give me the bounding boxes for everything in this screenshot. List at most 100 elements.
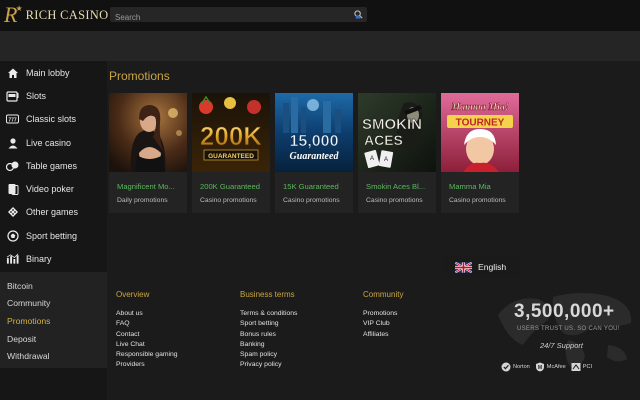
promo-card-title[interactable]: Mamma Mia: [441, 172, 519, 191]
norton-badge[interactable]: Norton: [501, 362, 530, 372]
footer-link[interactable]: Contact: [116, 330, 178, 340]
sidebar-item-other-games[interactable]: Other games: [0, 201, 107, 224]
sidebar-item-video-poker[interactable]: Video poker: [0, 177, 107, 200]
promo-card[interactable]: SMOKIN ACES A A Smokin Aces Bl... Casino…: [358, 93, 436, 213]
sidebar-item-label: Main lobby: [26, 67, 70, 78]
footer-link[interactable]: FAQ: [116, 319, 178, 329]
brand-logo[interactable]: R ★ RICH CASINO: [4, 4, 108, 26]
promo-thumb-text: 15,000: [290, 133, 339, 150]
promo-card-title[interactable]: Magnificent Mo...: [109, 172, 187, 191]
footer-link[interactable]: Affiliates: [363, 330, 403, 340]
ball-icon: [6, 229, 19, 242]
footer-link[interactable]: Promotions: [363, 309, 403, 319]
badge-label: PCI: [582, 364, 593, 370]
svg-text:777: 777: [8, 118, 17, 124]
sidebar-item-sport-betting[interactable]: Sport betting: [0, 224, 107, 247]
footer-column-overview: Overview About us FAQ Contact Live Chat …: [116, 290, 178, 371]
sub-nav-community[interactable]: Community: [0, 295, 107, 313]
security-badges: Norton M McAfee PCI: [501, 362, 592, 372]
language-selector[interactable]: English: [442, 256, 520, 278]
sidebar-item-label: Slots: [26, 90, 47, 101]
cards-icon: [6, 183, 19, 196]
promo-card[interactable]: 200K GUARANTEED 200K Guaranteed Casino p…: [192, 93, 270, 213]
sub-nav-withdrawal[interactable]: Withdrawal: [0, 347, 107, 365]
page-title: Promotions: [109, 69, 170, 83]
secondary-nav: Bitcoin Community Promotions Deposit Wit…: [0, 272, 107, 368]
sidebar-item-label: Table games: [26, 160, 78, 171]
badge-label: McAfee: [546, 364, 566, 370]
search-bar: [110, 7, 367, 25]
promo-card-title[interactable]: Smokin Aces Bl...: [358, 172, 436, 191]
svg-text:A: A: [384, 157, 388, 163]
sidebar-item-label: Sport betting: [26, 230, 78, 241]
promo-thumb-subtext: GUARANTEED: [208, 153, 254, 160]
live-dealer-icon: [6, 136, 19, 149]
language-label: English: [478, 262, 507, 272]
footer-column-business-terms: Business terms Terms & conditions Sport …: [240, 290, 297, 371]
promo-thumb-text: 200K: [200, 121, 262, 151]
sub-nav-bitcoin[interactable]: Bitcoin: [0, 277, 107, 295]
sidebar-item-label: Video poker: [26, 184, 74, 195]
promo-thumb-text: Mamma Mia!: [450, 102, 509, 113]
sidebar-item-binary[interactable]: Binary: [0, 247, 107, 270]
promo-thumb-text: SMOKIN: [362, 116, 422, 133]
promo-thumb-subtext: TOURNEY: [456, 118, 505, 129]
sidebar-item-label: Other games: [26, 207, 79, 218]
sidebar-item-table-games[interactable]: Table games: [0, 154, 107, 177]
promo-thumb-subtext: Guaranteed: [290, 151, 340, 162]
slot-machine-icon: [6, 89, 19, 102]
search-input[interactable]: [110, 10, 340, 25]
sidebar-item-label: Binary: [26, 254, 52, 265]
search-icon[interactable]: [354, 10, 363, 19]
777-icon: 777: [6, 113, 19, 126]
mcafee-badge[interactable]: M McAfee: [535, 362, 566, 372]
secondary-bar: [0, 31, 640, 61]
footer-link[interactable]: Live Chat: [116, 340, 178, 350]
sidebar-item-main-lobby[interactable]: Main lobby: [0, 61, 107, 84]
table-icon: [6, 159, 19, 172]
home-icon: [6, 66, 19, 79]
trust-panel: 3,500,000+ USERS TRUST US. SO CAN YOU! 2…: [493, 285, 640, 385]
promo-card-category: Casino promotions: [449, 197, 506, 204]
sidebar-item-live-casino[interactable]: Live casino: [0, 131, 107, 154]
badge-label: Norton: [513, 364, 530, 370]
footer-link[interactable]: Privacy policy: [240, 360, 297, 370]
promo-card-title[interactable]: 200K Guaranteed: [192, 172, 270, 191]
sub-nav-promotions[interactable]: Promotions: [0, 312, 107, 330]
support-label: 24/7 Support: [540, 341, 583, 350]
mcafee-icon: M: [535, 362, 544, 372]
user-count: 3,500,000+: [514, 301, 615, 322]
promo-thumbnail[interactable]: Mamma Mia! TOURNEY: [441, 93, 519, 172]
footer-column-community: Community Promotions VIP Club Affiliates: [363, 290, 403, 340]
footer-link[interactable]: Providers: [116, 360, 178, 370]
uk-flag-icon: [455, 261, 472, 273]
footer-link[interactable]: Responsible gaming: [116, 350, 178, 360]
sidebar-item-classic-slots[interactable]: 777 Classic slots: [0, 108, 107, 131]
footer-link[interactable]: Banking: [240, 340, 297, 350]
svg-text:A: A: [370, 156, 374, 162]
sidebar-item-label: Classic slots: [26, 114, 77, 125]
footer-link[interactable]: Terms & conditions: [240, 309, 297, 319]
footer-link[interactable]: About us: [116, 309, 178, 319]
promo-thumbnail[interactable]: 15,000 Guaranteed: [275, 93, 353, 172]
footer-link[interactable]: VIP Club: [363, 319, 403, 329]
footer-link[interactable]: Sport betting: [240, 319, 297, 329]
promo-card[interactable]: Mamma Mia! TOURNEY Mamma Mia Casino prom…: [441, 93, 519, 213]
pci-badge[interactable]: PCI: [571, 362, 592, 372]
promo-thumbnail[interactable]: SMOKIN ACES A A: [358, 93, 436, 172]
chart-icon: [6, 253, 19, 266]
promo-card[interactable]: Magnificent Mo... Daily promotions: [109, 93, 187, 213]
promo-card[interactable]: 15,000 Guaranteed 15K Guaranteed Casino …: [275, 93, 353, 213]
promo-thumbnail[interactable]: [109, 93, 187, 172]
footer-link[interactable]: Bonus rules: [240, 330, 297, 340]
footer-link[interactable]: Spam policy: [240, 350, 297, 360]
star-icon: ★: [15, 3, 23, 13]
promo-thumbnail[interactable]: 200K GUARANTEED: [192, 93, 270, 172]
sidebar-item-label: Live casino: [26, 137, 72, 148]
promo-card-category: Casino promotions: [366, 197, 423, 204]
top-bar: R ★ RICH CASINO: [0, 0, 640, 31]
sidebar-item-slots[interactable]: Slots: [0, 84, 107, 107]
norton-icon: [501, 362, 511, 372]
promo-card-title[interactable]: 15K Guaranteed: [275, 172, 353, 191]
sub-nav-deposit[interactable]: Deposit: [0, 330, 107, 348]
